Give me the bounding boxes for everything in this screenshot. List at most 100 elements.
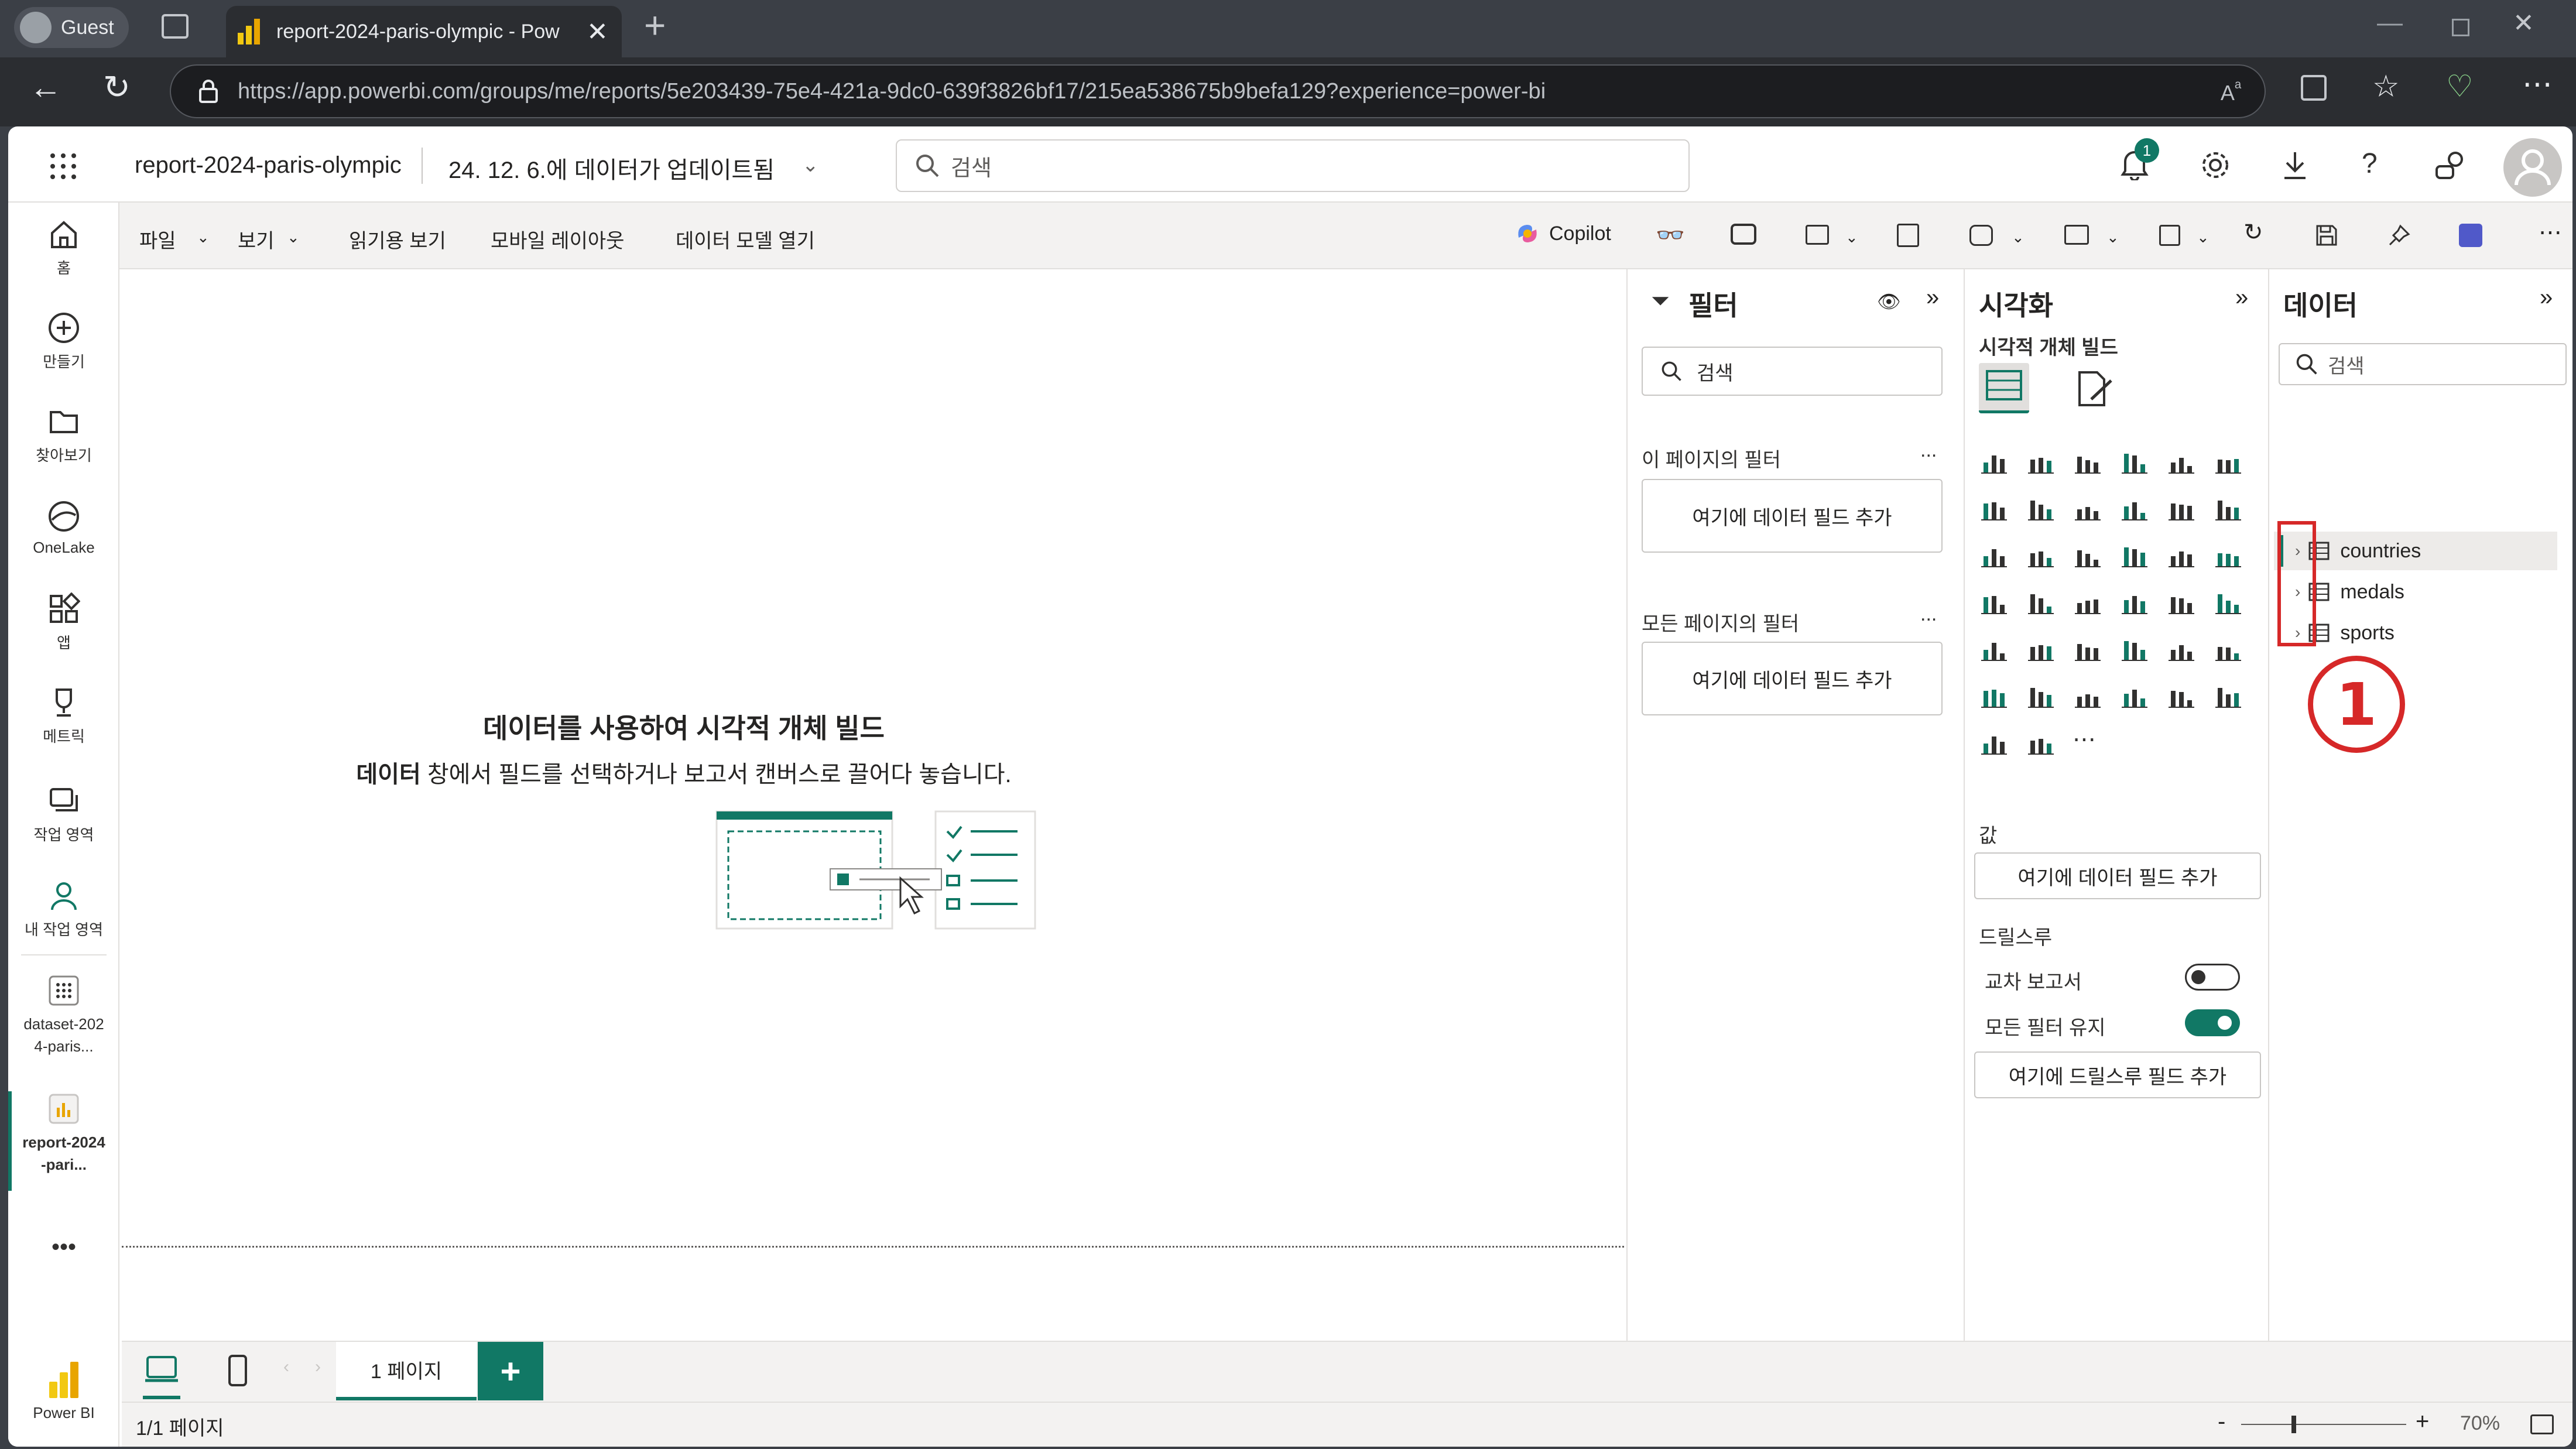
nav-report[interactable]: report-2024-pari... <box>8 1092 119 1176</box>
more-visual-icon[interactable]: ⋯ <box>2073 726 2105 759</box>
zoom-slider-track[interactable] <box>2241 1424 2406 1425</box>
line-column-visual-icon[interactable] <box>2166 492 2199 525</box>
new-tab-icon[interactable]: + <box>644 4 666 47</box>
narrative-visual-icon[interactable] <box>2073 679 2105 712</box>
add-page-button[interactable]: + <box>478 1342 543 1400</box>
nav-workspaces[interactable]: 작업 영역 <box>8 785 119 845</box>
values-add-field[interactable]: 여기에 데이터 필드 추가 <box>1974 852 2261 899</box>
binoculars-icon[interactable]: 👓 <box>1656 221 1685 249</box>
metrics-visual-icon[interactable] <box>2166 679 2199 712</box>
browser-tab[interactable]: report-2024-paris-olympic - Pow ✕ <box>226 6 622 57</box>
save-icon[interactable] <box>2315 224 2338 247</box>
download-icon[interactable] <box>2281 150 2309 180</box>
bookmark-chevron-icon[interactable]: ⌄ <box>1845 228 1858 246</box>
help-icon[interactable]: ? <box>2362 148 2378 180</box>
nav-home[interactable]: 홈 <box>8 218 119 278</box>
address-bar[interactable]: https://app.powerbi.com/groups/me/report… <box>170 64 2266 118</box>
refresh-visuals-icon[interactable]: ↻ <box>2243 219 2263 246</box>
stacked-bar-visual-icon[interactable] <box>1979 445 2012 478</box>
clustered-column-visual-icon[interactable] <box>2119 445 2152 478</box>
funnel-visual-icon[interactable] <box>2026 539 2058 571</box>
comment-icon[interactable] <box>1731 224 1756 245</box>
filled-map-visual-icon[interactable] <box>2073 585 2105 618</box>
card-visual-icon[interactable] <box>2213 539 2246 571</box>
100-area-visual-icon[interactable] <box>2119 492 2152 525</box>
build-visual-tab[interactable] <box>1979 363 2029 413</box>
all-pages-add-field[interactable]: 여기에 데이터 필드 추가 <box>1642 642 1943 715</box>
report-canvas[interactable]: 데이터를 사용하여 시각적 개체 빌드 데이터 창에서 필드를 선택하거나 보고… <box>122 269 1626 1341</box>
zoom-out-icon[interactable]: - <box>2218 1409 2225 1435</box>
stacked-area-visual-icon[interactable] <box>2073 492 2105 525</box>
minimize-icon[interactable]: — <box>2377 8 2403 37</box>
user-avatar[interactable] <box>2503 138 2562 197</box>
copilot-button[interactable]: Copilot <box>1514 220 1611 247</box>
nav-metrics[interactable]: 메트릭 <box>8 686 119 746</box>
keep-filters-toggle[interactable] <box>2185 1009 2240 1036</box>
pie-visual-icon[interactable] <box>2119 539 2152 571</box>
present-chevron-icon[interactable]: ⌄ <box>2106 228 2119 246</box>
teams-icon[interactable] <box>2459 224 2482 247</box>
settings-more-icon[interactable]: ⋯ <box>2522 67 2553 102</box>
cross-report-toggle[interactable] <box>2185 964 2240 991</box>
split-screen-icon[interactable] <box>2301 75 2327 101</box>
filters-search-input[interactable]: 검색 <box>1642 347 1943 396</box>
map-visual-icon[interactable] <box>2026 585 2058 618</box>
back-icon[interactable]: ← <box>29 68 62 106</box>
python-visual-icon[interactable] <box>2213 679 2246 712</box>
collapse-filters-icon[interactable]: » <box>1926 285 1939 311</box>
nav-browse[interactable]: 찾아보기 <box>8 405 119 465</box>
next-page-icon[interactable]: › <box>315 1357 321 1377</box>
mobile-layout-button[interactable]: 모바일 레이아웃 <box>491 225 624 254</box>
zoom-in-icon[interactable]: + <box>2416 1409 2429 1435</box>
zoom-slider-thumb[interactable] <box>2291 1416 2296 1433</box>
stacked-column-visual-icon[interactable] <box>2026 445 2058 478</box>
bookmark-pane-icon[interactable] <box>1806 225 1829 245</box>
page-view-icon[interactable] <box>2159 225 2180 246</box>
table-visual-icon[interactable] <box>2073 632 2105 665</box>
power-apps-visual-icon[interactable] <box>1979 726 2012 759</box>
waterfall-visual-icon[interactable] <box>1979 539 2012 571</box>
feedback-icon[interactable] <box>2434 150 2466 180</box>
refresh-icon[interactable]: ↻ <box>103 68 131 107</box>
profile-button[interactable]: Guest <box>14 7 129 48</box>
global-search-input[interactable]: 검색 <box>896 139 1690 192</box>
gauge-visual-icon[interactable] <box>2166 585 2199 618</box>
kpi-visual-icon[interactable] <box>1979 632 2012 665</box>
area-visual-icon[interactable] <box>2026 492 2058 525</box>
all-pages-more-icon[interactable]: ... <box>1920 603 1937 626</box>
decomposition-tree-visual-icon[interactable] <box>1979 679 2012 712</box>
page-tab[interactable]: 1 페이지 <box>336 1342 477 1400</box>
qa-visual-icon[interactable] <box>2026 679 2058 712</box>
data-search-input[interactable]: 검색 <box>2279 343 2567 385</box>
donut-visual-icon[interactable] <box>2166 539 2199 571</box>
ribbon-visual-icon[interactable] <box>2213 492 2246 525</box>
nav-apps[interactable]: 앱 <box>8 592 119 653</box>
pin-icon[interactable] <box>2387 224 2411 247</box>
desktop-layout-icon[interactable] <box>143 1354 180 1389</box>
nav-powerbi-home[interactable]: Power BI <box>8 1362 119 1422</box>
format-visual-icon[interactable] <box>2074 369 2115 410</box>
ribbon-more-icon[interactable]: ⋯ <box>2539 219 2562 246</box>
close-window-icon[interactable]: ✕ <box>2513 8 2534 38</box>
treemap-visual-icon[interactable] <box>1979 585 2012 618</box>
multi-row-card-visual-icon[interactable] <box>2213 585 2246 618</box>
paginated-visual-icon[interactable] <box>2119 679 2152 712</box>
r-visual-visual-icon[interactable] <box>2166 632 2199 665</box>
notifications-button[interactable]: 1 <box>2119 138 2159 183</box>
selection-pane-icon[interactable] <box>1897 224 1919 247</box>
nav-my-workspace[interactable]: 내 작업 영역 <box>8 879 119 940</box>
key-influencers-visual-icon[interactable] <box>2213 632 2246 665</box>
favorites-icon[interactable]: ☆ <box>2372 69 2400 104</box>
slicer-visual-icon[interactable] <box>2026 632 2058 665</box>
table-row[interactable]: › sports <box>2274 614 2557 652</box>
collapse-visualizations-icon[interactable]: » <box>2235 285 2248 311</box>
read-aloud-icon[interactable]: Aᵃ <box>2221 77 2241 105</box>
settings-gear-icon[interactable] <box>2200 150 2231 180</box>
line-visual-icon[interactable] <box>1979 492 2012 525</box>
this-page-more-icon[interactable]: ... <box>1920 439 1937 462</box>
mobile-layout-icon[interactable] <box>226 1354 249 1389</box>
collapse-data-icon[interactable]: » <box>2540 285 2553 311</box>
this-page-add-field[interactable]: 여기에 데이터 필드 추가 <box>1642 479 1943 553</box>
maximize-icon[interactable] <box>2452 19 2469 36</box>
file-chevron-icon[interactable]: ⌄ <box>197 228 210 246</box>
